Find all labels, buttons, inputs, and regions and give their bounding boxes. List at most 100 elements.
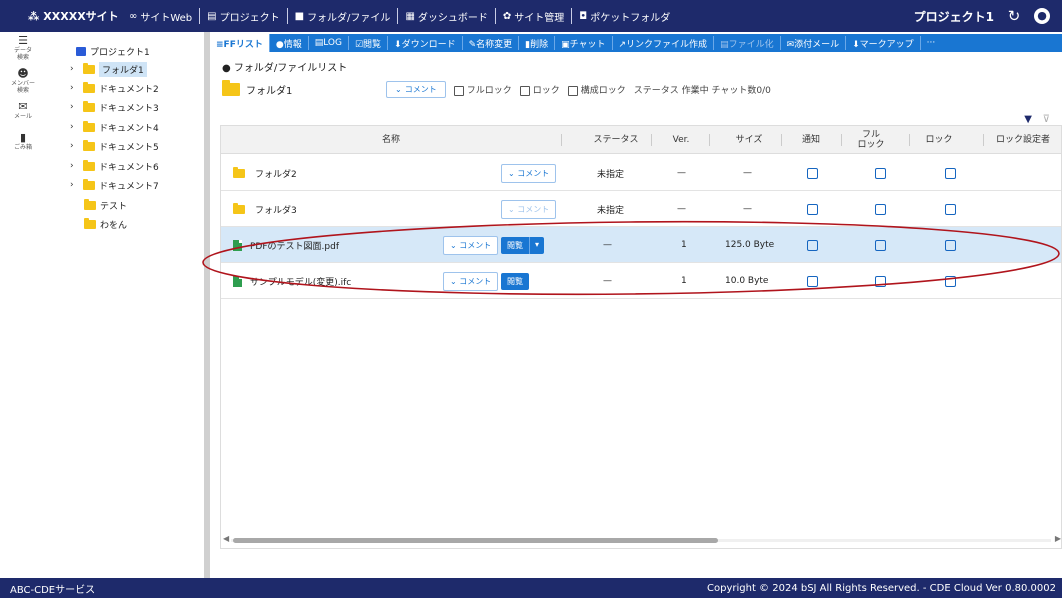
chevron-right-icon[interactable]: › (70, 64, 79, 74)
item-name[interactable]: サンプルモデル(変更).ifc (250, 275, 351, 288)
col-notify[interactable]: 通知 (781, 126, 841, 154)
full-lock-checkbox[interactable] (875, 167, 886, 179)
rail-trash[interactable]: ▮ ごみ箱 (0, 129, 46, 158)
item-name[interactable]: フォルダ3 (255, 203, 297, 216)
view-button[interactable]: 閲覧 (501, 272, 529, 290)
rail-label: ごみ箱 (13, 144, 32, 151)
create-link-file-button[interactable]: ↗リンクファイル作成 (613, 36, 715, 50)
chat-button[interactable]: ▣チャット (555, 36, 613, 50)
log-button[interactable]: ▤LOG (309, 36, 349, 50)
row-comment-button[interactable]: ⌄ コメント (501, 199, 557, 219)
table-row-selected[interactable]: PDFのテスト図面.pdf ⌄ コメント 閲覧 ▾ — 1 125.0 Byte (221, 227, 1061, 263)
refresh-icon[interactable]: ↻ (1006, 8, 1022, 24)
folder-icon (233, 202, 245, 214)
col-version[interactable]: Ver. (651, 126, 711, 154)
view-split-button[interactable]: 閲覧 ▾ (501, 236, 545, 254)
chevron-right-icon[interactable]: › (70, 161, 79, 171)
view-label[interactable]: 閲覧 (501, 237, 529, 254)
site-brand[interactable]: ⁂ XXXXXサイト (0, 8, 122, 24)
attach-mail-button[interactable]: ✉添付メール (781, 36, 847, 50)
tree-item-document3[interactable]: › ドキュメント3 (70, 98, 159, 116)
nav-dashboard[interactable]: ▦ ダッシュボード (398, 8, 496, 24)
full-lock-cell (875, 227, 886, 263)
current-project-name[interactable]: プロジェクト1 (914, 8, 994, 25)
rail-member-search[interactable]: ☻ メンバー 検索 (0, 65, 46, 95)
col-lock-owner[interactable]: ロック設定者 (983, 126, 1061, 154)
chevron-right-icon[interactable]: › (70, 102, 79, 112)
full-lock-checkbox[interactable] (875, 275, 886, 287)
notify-checkbox[interactable] (807, 239, 818, 251)
main-nav: ∞ サイトWeb ▤ プロジェクト ■ フォルダ/ファイル ▦ ダッシュボード ✿ サイト… (122, 0, 677, 32)
lock-checkbox[interactable] (945, 239, 956, 251)
full-lock-checkbox[interactable]: フルロック (453, 83, 512, 96)
tree-item-document7[interactable]: › ドキュメント7 (70, 176, 159, 194)
status-cell: 未指定 (597, 169, 625, 180)
tab-ff-list[interactable]: ≡FFリスト (210, 34, 270, 52)
nav-site-web[interactable]: ∞ サイトWeb (122, 8, 201, 24)
tree-item-test[interactable]: テスト (84, 196, 127, 214)
tree-item-document2[interactable]: › ドキュメント2 (70, 79, 159, 97)
folder-icon (83, 62, 95, 74)
rename-button[interactable]: ✎名称変更 (463, 36, 520, 50)
lock-checkbox[interactable]: ロック (519, 83, 560, 96)
chevron-right-icon[interactable]: › (70, 180, 79, 190)
nav-project[interactable]: ▤ プロジェクト (200, 8, 288, 24)
row-comment-button[interactable]: ⌄ コメント (501, 163, 557, 183)
folder-comment-button[interactable]: ⌄ コメント (386, 81, 446, 98)
lock-checkbox[interactable] (945, 167, 956, 179)
filter-icon[interactable]: ▼ (1024, 114, 1032, 125)
notify-checkbox[interactable] (807, 167, 818, 179)
table-row[interactable]: フォルダ2 ⌄ コメント 未指定 — — (221, 155, 1061, 191)
chevron-right-icon[interactable]: › (70, 83, 79, 93)
site-grid-icon: ⁂ (28, 9, 40, 23)
notify-checkbox[interactable] (807, 203, 818, 215)
download-button[interactable]: ⬇ダウンロード (388, 36, 463, 50)
rail-mail[interactable]: ✉ メール (0, 98, 46, 127)
caret-down-icon[interactable]: ▾ (529, 236, 544, 254)
col-full-lock[interactable]: フル ロック (841, 126, 901, 154)
chevron-right-icon[interactable]: › (70, 141, 79, 151)
tree-root-project[interactable]: プロジェクト1 (76, 42, 150, 60)
markup-button[interactable]: ⬇マークアップ (846, 36, 921, 50)
more-menu-button[interactable]: ··· (921, 36, 942, 50)
tree-item-document4[interactable]: › ドキュメント4 (70, 118, 159, 136)
folder-icon (84, 198, 96, 210)
table-row[interactable]: フォルダ3 ⌄ コメント 未指定 — — (221, 191, 1061, 227)
scroll-right-icon[interactable]: ▶ (1055, 534, 1061, 543)
notify-checkbox[interactable] (807, 275, 818, 287)
tree-item-document6[interactable]: › ドキュメント6 (70, 157, 159, 175)
tree-item-folder1[interactable]: › フォルダ1 (70, 60, 147, 78)
nav-pocket-folder[interactable]: ◘ ポケットフォルダ (572, 8, 677, 24)
nav-folder-file[interactable]: ■ フォルダ/ファイル (288, 8, 399, 24)
rail-data-search[interactable]: ☰ データ 検索 (0, 32, 46, 62)
item-name[interactable]: PDFのテスト図面.pdf (250, 239, 339, 252)
config-lock-checkbox[interactable]: 構成ロック (567, 83, 626, 96)
item-name[interactable]: フォルダ2 (255, 167, 297, 180)
delete-button[interactable]: ▮削除 (519, 36, 556, 50)
tree-label: ドキュメント3 (99, 103, 159, 114)
row-comment-button[interactable]: ⌄ コメント (443, 271, 499, 291)
view-button[interactable]: ☑閲覧 (349, 36, 389, 50)
tree-item-wawon[interactable]: わをん (84, 215, 127, 233)
col-name[interactable]: 名称 (221, 126, 561, 154)
tree-item-document5[interactable]: › ドキュメント5 (70, 137, 159, 155)
nav-site-admin[interactable]: ✿ サイト管理 (496, 8, 573, 24)
row-comment-button[interactable]: ⌄ コメント (443, 235, 499, 255)
lock-checkbox[interactable] (945, 275, 956, 287)
scroll-thumb[interactable] (233, 538, 718, 543)
horizontal-scrollbar[interactable]: ◀ ▶ (221, 534, 1061, 546)
table-row[interactable]: サンプルモデル(変更).ifc ⌄ コメント 閲覧 — 1 10.0 Byte (221, 263, 1061, 299)
clear-filter-icon[interactable]: ⊽ (1043, 114, 1050, 125)
full-lock-checkbox[interactable] (875, 239, 886, 251)
col-size[interactable]: サイズ (709, 126, 789, 154)
section-heading: ● フォルダ/ファイルリスト (222, 63, 348, 74)
comment-cell: ⌄ コメント (501, 191, 557, 227)
col-lock[interactable]: ロック (909, 126, 969, 154)
info-button[interactable]: ●情報 (270, 36, 309, 50)
lock-checkbox[interactable] (945, 203, 956, 215)
user-account-icon[interactable]: ● (1034, 8, 1050, 24)
chevron-right-icon[interactable]: › (70, 122, 79, 132)
file-convert-button[interactable]: ▤ファイル化 (714, 36, 781, 50)
full-lock-checkbox[interactable] (875, 203, 886, 215)
scroll-left-icon[interactable]: ◀ (223, 534, 229, 543)
